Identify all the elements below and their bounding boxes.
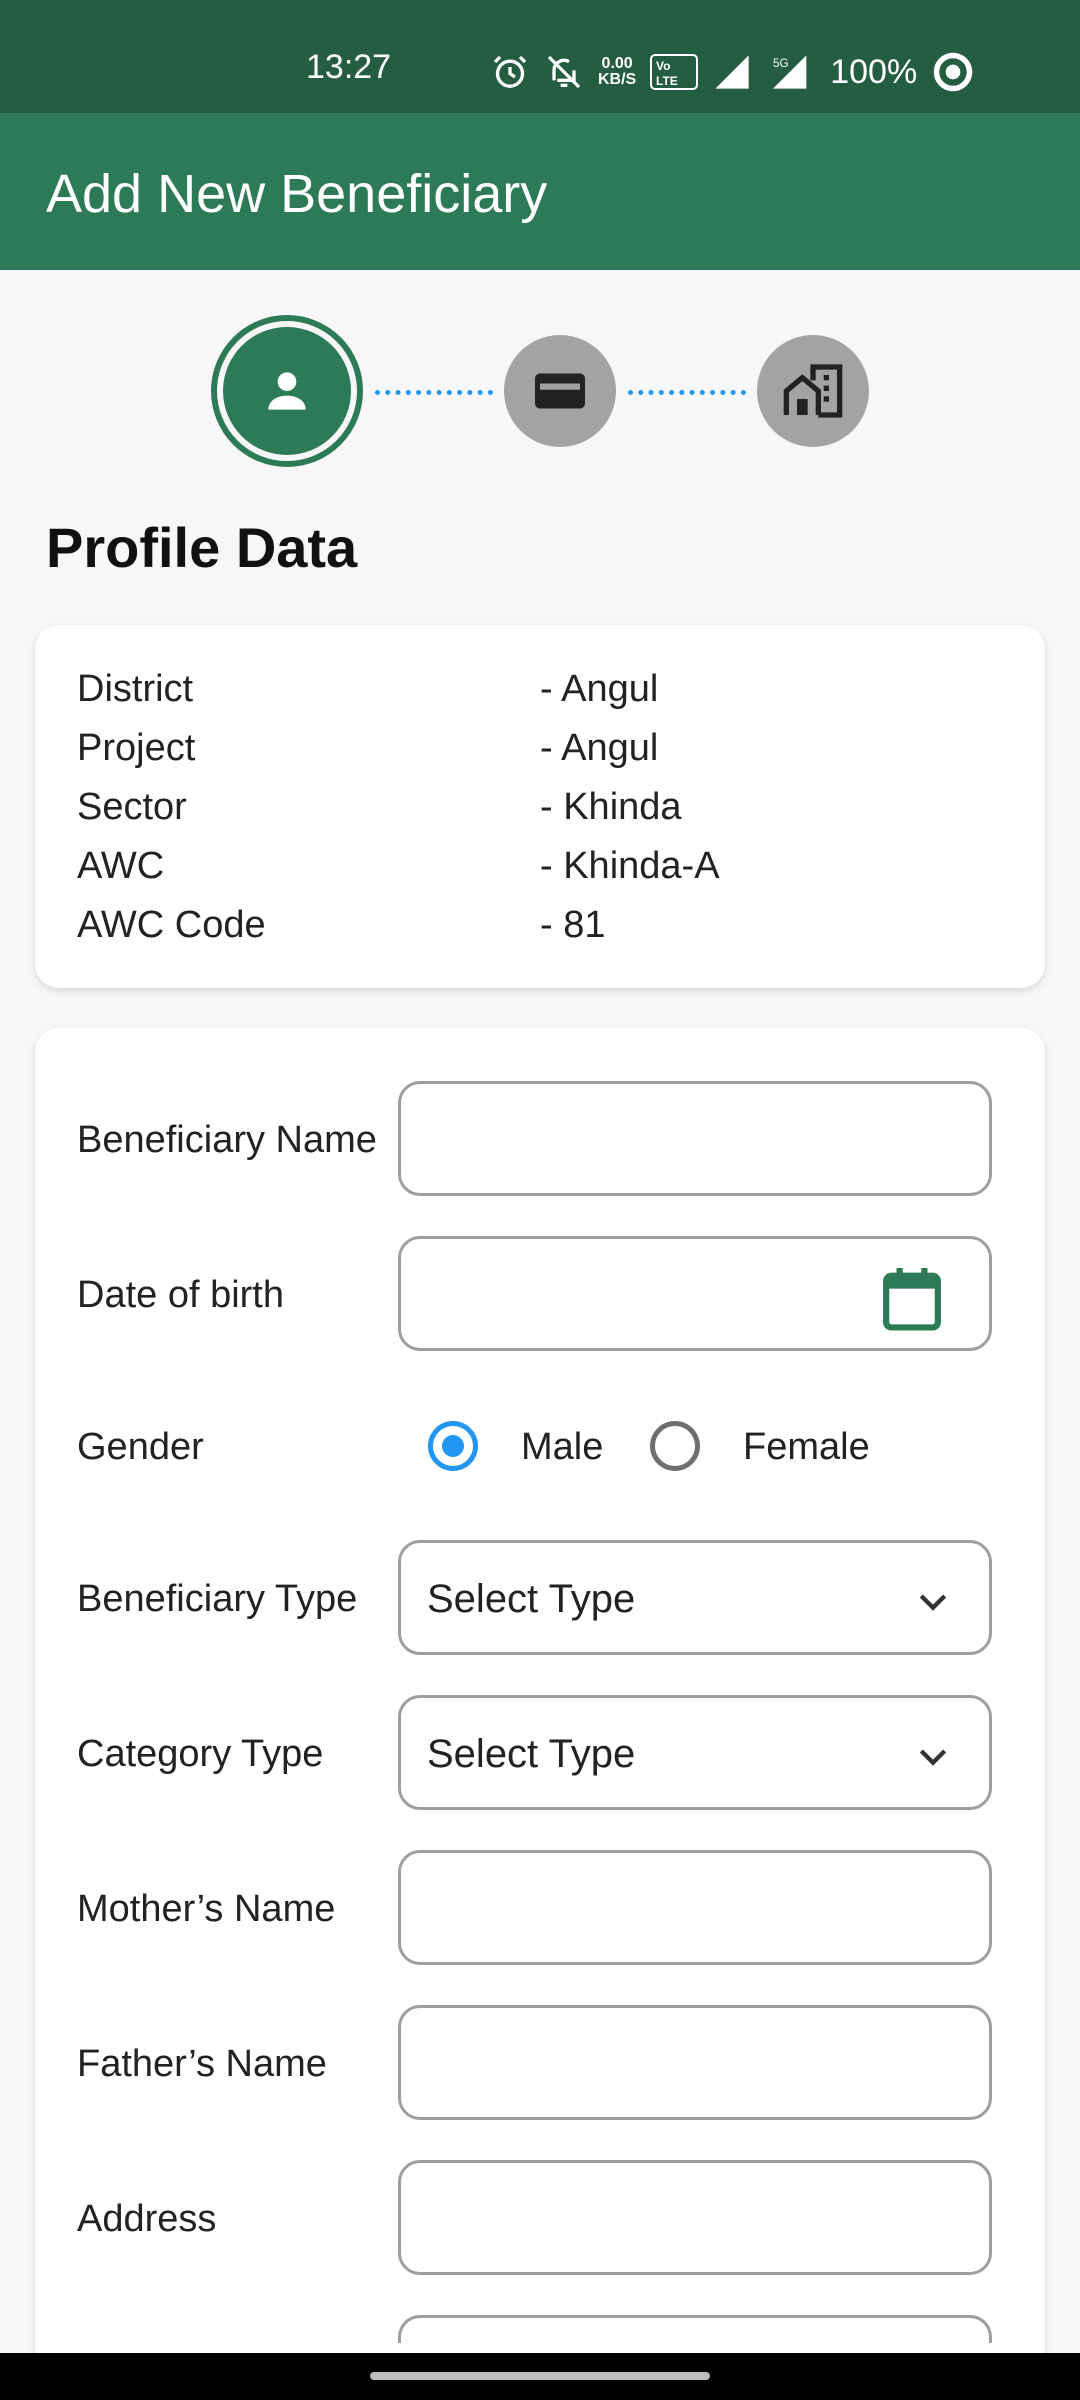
info-value: - Angul <box>540 668 659 710</box>
beneficiary-type-label: Beneficiary Type <box>77 1578 358 1620</box>
battery-ring-icon <box>933 52 973 92</box>
info-value: - Angul <box>540 727 659 769</box>
netspeed-indicator: 0.00 KB/S <box>598 55 637 88</box>
chevron-down-icon <box>919 1594 947 1611</box>
volte-icon: VoLTE <box>650 54 699 90</box>
app-bar: Add New Beneficiary <box>0 113 1080 270</box>
gender-female-label[interactable]: Female <box>743 1426 870 1469</box>
system-nav-bar <box>0 2353 1080 2400</box>
calendar-icon[interactable] <box>881 1265 943 1333</box>
status-bar: 13:27 0.00 KB/S Vo LTE 5G 100% <box>0 0 1080 113</box>
bell-off-icon <box>547 55 581 89</box>
card-icon <box>535 373 585 409</box>
next-input-partial[interactable] <box>398 2315 992 2343</box>
info-label: District <box>77 668 194 710</box>
house-building-icon <box>783 364 843 418</box>
address-input[interactable] <box>398 2160 992 2275</box>
step-connector <box>375 390 493 395</box>
address-label: Address <box>77 2198 217 2240</box>
svg-text:Vo: Vo <box>656 59 670 73</box>
info-label: Project <box>77 727 196 769</box>
gender-label: Gender <box>77 1426 204 1468</box>
dob-label: Date of birth <box>77 1274 284 1316</box>
category-type-select[interactable]: Select Type <box>398 1695 992 1810</box>
step-profile[interactable] <box>211 315 363 467</box>
info-label: Sector <box>77 786 187 828</box>
info-value: - Khinda-A <box>540 845 720 887</box>
page-title: Add New Beneficiary <box>46 164 548 224</box>
gender-male-label[interactable]: Male <box>521 1426 603 1469</box>
father-name-label: Father’s Name <box>77 2043 327 2085</box>
alarm-icon <box>493 55 527 88</box>
home-gesture-handle[interactable] <box>370 2372 710 2380</box>
svg-text:5G: 5G <box>773 57 789 70</box>
gender-male-radio[interactable] <box>428 1421 478 1471</box>
info-label: AWC Code <box>77 904 266 946</box>
info-label: AWC <box>77 845 165 887</box>
gender-female-radio[interactable] <box>650 1421 700 1471</box>
person-icon <box>268 372 306 410</box>
step-address[interactable] <box>757 335 869 447</box>
svg-text:LTE: LTE <box>656 74 678 88</box>
status-icons: 0.00 KB/S Vo LTE 5G 100% <box>490 48 975 96</box>
beneficiary-name-input[interactable] <box>398 1081 992 1196</box>
signal-5g-icon: 5G <box>773 55 807 89</box>
category-type-label: Category Type <box>77 1733 324 1775</box>
step-connector <box>628 390 746 395</box>
mother-name-label: Mother’s Name <box>77 1888 336 1930</box>
info-value: - 81 <box>540 904 606 946</box>
father-name-input[interactable] <box>398 2005 992 2120</box>
battery-percent: 100% <box>830 52 918 91</box>
step-card[interactable] <box>504 335 616 447</box>
mother-name-input[interactable] <box>398 1850 992 1965</box>
beneficiary-form-card: Beneficiary Name Date of birth Gender Ma… <box>35 1028 1045 2400</box>
chevron-down-icon <box>919 1749 947 1766</box>
section-title: Profile Data <box>46 516 358 579</box>
stepper <box>0 315 1080 470</box>
status-time: 13:27 <box>306 48 392 86</box>
info-value: - Khinda <box>540 786 682 828</box>
beneficiary-type-select[interactable]: Select Type <box>398 1540 992 1655</box>
signal-icon <box>715 55 749 89</box>
dob-input[interactable] <box>398 1236 992 1351</box>
profile-info-card: District - Angul Project - Angul Sector … <box>35 625 1045 988</box>
beneficiary-name-label: Beneficiary Name <box>77 1119 377 1161</box>
